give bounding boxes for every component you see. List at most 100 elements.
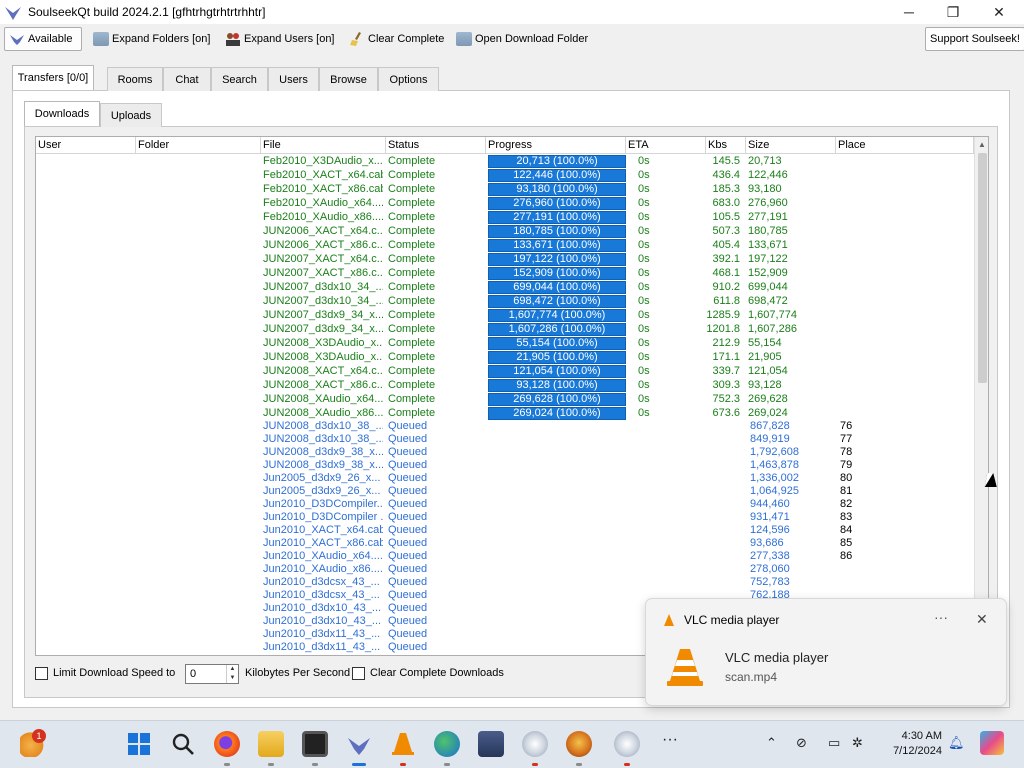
search-icon[interactable] [170, 731, 196, 757]
table-row[interactable]: JUN2008_XAudio_x64.... Complete 269,628 (1… [36, 392, 974, 406]
table-row[interactable]: JUN2008_d3dx9_38_x... Queued 1,792,608 78 [36, 446, 974, 459]
table-row[interactable]: Jun2010_XAudio_x86.... Queued 278,060 [36, 563, 974, 576]
table-row[interactable]: Feb2010_XAudio_x64.... Complete 276,960 (1… [36, 196, 974, 210]
column-header-place[interactable]: Place [836, 137, 974, 154]
table-row[interactable]: Jun2005_d3dx9_26_x... Queued 1,336,002 80 [36, 472, 974, 485]
size-cell: 1,792,608 [750, 446, 799, 458]
table-row[interactable]: JUN2008_d3dx10_38_... Queued 867,828 76 [36, 420, 974, 433]
table-row[interactable]: Feb2010_XAudio_x86.... Complete 277,191 (1… [36, 210, 974, 224]
media-app-icon[interactable] [302, 731, 328, 757]
scroll-up-icon[interactable]: ▲ [978, 140, 986, 149]
soulseek-bird-icon[interactable] [346, 731, 372, 757]
tab-search[interactable]: Search [211, 67, 268, 91]
eta-cell: 0s [638, 295, 650, 307]
table-vertical-scrollbar[interactable]: ▲ [974, 137, 988, 655]
limit-speed-checkbox[interactable] [35, 667, 48, 680]
table-row[interactable]: JUN2007_d3dx9_34_x... Complete 1,607,286 (… [36, 322, 974, 336]
table-row[interactable]: Jun2010_D3DCompiler... Queued 944,460 82 [36, 498, 974, 511]
tab-users[interactable]: Users [268, 67, 319, 91]
tab-rooms[interactable]: Rooms [107, 67, 163, 91]
table-row[interactable]: JUN2007_d3dx10_34_... Complete 699,044 (10… [36, 280, 974, 294]
display-icon[interactable]: ▭ [828, 735, 840, 751]
table-row[interactable]: JUN2007_d3dx10_34_... Complete 698,472 (10… [36, 294, 974, 308]
table-row[interactable]: JUN2008_XAudio_x86.... Complete 269,024 (1… [36, 406, 974, 420]
notifications-bell-icon[interactable]: 🔔︎ [948, 735, 965, 751]
tab-transfers[interactable]: Transfers [0/0] [12, 65, 94, 90]
table-row[interactable]: JUN2008_XACT_x86.c... Complete 93,128 (100… [36, 378, 974, 392]
close-button[interactable]: ✕ [976, 0, 1022, 24]
file-explorer-icon[interactable] [258, 731, 284, 757]
maximize-button[interactable]: ❐ [930, 0, 976, 24]
table-row[interactable]: JUN2006_XACT_x64.c... Complete 180,785 (10… [36, 224, 974, 238]
expand-users-button[interactable]: Expand Users [on] [221, 27, 339, 51]
table-row[interactable]: JUN2008_d3dx9_38_x... Queued 1,463,878 79 [36, 459, 974, 472]
table-row[interactable]: JUN2008_X3DAudio_x... Complete 55,154 (100… [36, 336, 974, 350]
copilot-icon[interactable] [980, 731, 1004, 755]
column-header-status[interactable]: Status [386, 137, 486, 154]
table-row[interactable]: Jun2010_XACT_x64.cab Queued 124,596 84 [36, 524, 974, 537]
column-header-file[interactable]: File [261, 137, 386, 154]
system-clock[interactable]: 4:30 AM 7/12/2024 [872, 729, 942, 759]
more-options-icon[interactable]: ··· [934, 609, 948, 625]
table-row[interactable]: JUN2008_X3DAudio_x... Complete 21,905 (100… [36, 350, 974, 364]
column-header-kbs[interactable]: Kbs [706, 137, 746, 154]
vlc-cone-icon[interactable] [390, 731, 416, 757]
spin-down-icon[interactable]: ▼ [226, 674, 238, 683]
column-header-folder[interactable]: Folder [136, 137, 261, 154]
vlc-notification[interactable]: VLC media player ··· ✕ VLC media player … [645, 598, 1007, 706]
table-row[interactable]: Jun2005_d3dx9_26_x... Queued 1,064,925 81 [36, 485, 974, 498]
table-row[interactable]: JUN2007_XACT_x86.c... Complete 152,909 (10… [36, 266, 974, 280]
status-cell: Queued [388, 446, 428, 458]
column-header-eta[interactable]: ETA [626, 137, 706, 154]
more-apps-icon[interactable]: ··· [662, 731, 678, 749]
file-cell: Feb2010_XACT_x86.cab [263, 183, 383, 195]
table-row[interactable]: Feb2010_XACT_x64.cab Complete 122,446 (100… [36, 168, 974, 182]
table-row[interactable]: Jun2010_XAudio_x64.... Queued 277,338 86 [36, 550, 974, 563]
table-header: User Folder File Status Progress ETA Kbs… [36, 137, 974, 154]
clear-complete-button[interactable]: Clear Complete [345, 27, 448, 51]
column-header-size[interactable]: Size [746, 137, 836, 154]
support-soulseek-button[interactable]: Support Soulseek! [925, 27, 1024, 51]
notification-close-icon[interactable]: ✕ [976, 611, 988, 628]
table-row[interactable]: Jun2010_D3DCompiler ... Queued 931,471 83 [36, 511, 974, 524]
column-header-progress[interactable]: Progress [486, 137, 626, 154]
table-row[interactable]: Feb2010_X3DAudio_x... Complete 20,713 (100… [36, 154, 974, 168]
tab-downloads[interactable]: Downloads [24, 101, 100, 126]
table-row[interactable]: JUN2008_d3dx10_38_... Queued 849,919 77 [36, 433, 974, 446]
tab-options[interactable]: Options [378, 67, 439, 91]
speed-limit-spinbox[interactable]: 0 ▲ ▼ [185, 664, 239, 684]
tab-browse[interactable]: Browse [319, 67, 378, 91]
game-app-icon[interactable] [566, 731, 592, 757]
globe-icon[interactable] [434, 731, 460, 757]
network-icon[interactable]: ⊘ [796, 735, 807, 751]
clear-complete-downloads-checkbox[interactable] [352, 667, 365, 680]
firefox-icon[interactable] [214, 731, 240, 757]
table-row[interactable]: Jun2010_d3dcsx_43_... Queued 752,783 [36, 576, 974, 589]
table-row[interactable]: JUN2007_XACT_x64.c... Complete 197,122 (10… [36, 252, 974, 266]
status-cell: Queued [388, 472, 428, 484]
column-header-user[interactable]: User [36, 137, 136, 154]
minimize-button[interactable]: ─ [886, 0, 932, 24]
table-row[interactable]: Feb2010_XACT_x86.cab Complete 93,180 (100.… [36, 182, 974, 196]
scrollbar-thumb[interactable] [978, 153, 987, 383]
expand-folders-button[interactable]: Expand Folders [on] [89, 27, 214, 51]
table-row[interactable]: JUN2008_XACT_x64.c... Complete 121,054 (10… [36, 364, 974, 378]
windows-start-icon[interactable] [126, 731, 152, 757]
support-label: Support Soulseek! [930, 33, 1020, 45]
available-button[interactable]: Available [4, 27, 82, 51]
open-download-folder-button[interactable]: Open Download Folder [452, 27, 592, 51]
spin-up-icon[interactable]: ▲ [226, 665, 238, 674]
language-icon[interactable]: ✲ [852, 735, 863, 751]
table-row[interactable]: JUN2006_XACT_x86.c... Complete 133,671 (10… [36, 238, 974, 252]
archive-app-icon[interactable] [478, 731, 504, 757]
taskbar: 1 ··· ⌃ ⊘ ▭ ✲ 4:30 AM 7/12/2024 🔔︎ [0, 720, 1024, 768]
disc-app-icon[interactable] [614, 731, 640, 757]
tab-uploads[interactable]: Uploads [100, 103, 162, 127]
tab-chat[interactable]: Chat [163, 67, 211, 91]
table-row[interactable]: Jun2010_XACT_x86.cab Queued 93,686 85 [36, 537, 974, 550]
file-cell: JUN2008_X3DAudio_x... [263, 337, 383, 349]
chevron-up-icon[interactable]: ⌃ [766, 735, 777, 751]
size-cell: 1,607,774 [748, 309, 797, 321]
table-row[interactable]: JUN2007_d3dx9_34_x... Complete 1,607,774 (… [36, 308, 974, 322]
disc-app-icon[interactable] [522, 731, 548, 757]
